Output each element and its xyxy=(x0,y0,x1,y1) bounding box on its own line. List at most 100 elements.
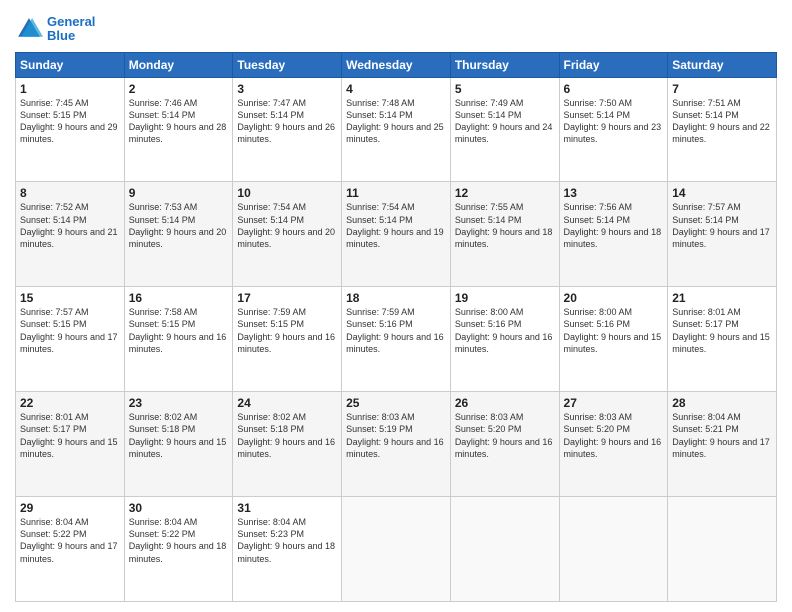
day-number: 13 xyxy=(564,186,664,200)
calendar-cell: 18 Sunrise: 7:59 AMSunset: 5:16 PMDaylig… xyxy=(342,287,451,392)
week-row-3: 15 Sunrise: 7:57 AMSunset: 5:15 PMDaylig… xyxy=(16,287,777,392)
calendar-cell: 4 Sunrise: 7:48 AMSunset: 5:14 PMDayligh… xyxy=(342,77,451,182)
calendar-table: SundayMondayTuesdayWednesdayThursdayFrid… xyxy=(15,52,777,602)
day-number: 7 xyxy=(672,82,772,96)
calendar-cell: 15 Sunrise: 7:57 AMSunset: 5:15 PMDaylig… xyxy=(16,287,125,392)
day-header-tuesday: Tuesday xyxy=(233,52,342,77)
day-number: 12 xyxy=(455,186,555,200)
cell-info: Sunrise: 8:00 AMSunset: 5:16 PMDaylight:… xyxy=(564,306,664,355)
calendar-cell: 9 Sunrise: 7:53 AMSunset: 5:14 PMDayligh… xyxy=(124,182,233,287)
calendar-cell: 21 Sunrise: 8:01 AMSunset: 5:17 PMDaylig… xyxy=(668,287,777,392)
day-number: 24 xyxy=(237,396,337,410)
cell-info: Sunrise: 7:58 AMSunset: 5:15 PMDaylight:… xyxy=(129,306,229,355)
day-header-friday: Friday xyxy=(559,52,668,77)
calendar-cell: 30 Sunrise: 8:04 AMSunset: 5:22 PMDaylig… xyxy=(124,497,233,602)
cell-info: Sunrise: 7:49 AMSunset: 5:14 PMDaylight:… xyxy=(455,97,555,146)
calendar-cell: 3 Sunrise: 7:47 AMSunset: 5:14 PMDayligh… xyxy=(233,77,342,182)
calendar-cell: 2 Sunrise: 7:46 AMSunset: 5:14 PMDayligh… xyxy=(124,77,233,182)
calendar-cell: 6 Sunrise: 7:50 AMSunset: 5:14 PMDayligh… xyxy=(559,77,668,182)
cell-info: Sunrise: 8:03 AMSunset: 5:20 PMDaylight:… xyxy=(455,411,555,460)
cell-info: Sunrise: 7:48 AMSunset: 5:14 PMDaylight:… xyxy=(346,97,446,146)
day-number: 15 xyxy=(20,291,120,305)
cell-info: Sunrise: 7:50 AMSunset: 5:14 PMDaylight:… xyxy=(564,97,664,146)
cell-info: Sunrise: 7:52 AMSunset: 5:14 PMDaylight:… xyxy=(20,201,120,250)
day-number: 25 xyxy=(346,396,446,410)
calendar-cell: 23 Sunrise: 8:02 AMSunset: 5:18 PMDaylig… xyxy=(124,392,233,497)
calendar-cell: 11 Sunrise: 7:54 AMSunset: 5:14 PMDaylig… xyxy=(342,182,451,287)
calendar-cell xyxy=(342,497,451,602)
calendar-cell: 25 Sunrise: 8:03 AMSunset: 5:19 PMDaylig… xyxy=(342,392,451,497)
calendar-cell: 17 Sunrise: 7:59 AMSunset: 5:15 PMDaylig… xyxy=(233,287,342,392)
cell-info: Sunrise: 8:04 AMSunset: 5:23 PMDaylight:… xyxy=(237,516,337,565)
calendar-cell: 26 Sunrise: 8:03 AMSunset: 5:20 PMDaylig… xyxy=(450,392,559,497)
calendar-cell: 14 Sunrise: 7:57 AMSunset: 5:14 PMDaylig… xyxy=(668,182,777,287)
calendar-cell: 28 Sunrise: 8:04 AMSunset: 5:21 PMDaylig… xyxy=(668,392,777,497)
cell-info: Sunrise: 8:01 AMSunset: 5:17 PMDaylight:… xyxy=(672,306,772,355)
day-number: 23 xyxy=(129,396,229,410)
day-number: 30 xyxy=(129,501,229,515)
calendar-cell: 27 Sunrise: 8:03 AMSunset: 5:20 PMDaylig… xyxy=(559,392,668,497)
cell-info: Sunrise: 7:45 AMSunset: 5:15 PMDaylight:… xyxy=(20,97,120,146)
day-number: 2 xyxy=(129,82,229,96)
day-header-thursday: Thursday xyxy=(450,52,559,77)
week-row-1: 1 Sunrise: 7:45 AMSunset: 5:15 PMDayligh… xyxy=(16,77,777,182)
week-row-2: 8 Sunrise: 7:52 AMSunset: 5:14 PMDayligh… xyxy=(16,182,777,287)
day-header-monday: Monday xyxy=(124,52,233,77)
cell-info: Sunrise: 8:03 AMSunset: 5:19 PMDaylight:… xyxy=(346,411,446,460)
calendar-cell: 19 Sunrise: 8:00 AMSunset: 5:16 PMDaylig… xyxy=(450,287,559,392)
cell-info: Sunrise: 7:57 AMSunset: 5:15 PMDaylight:… xyxy=(20,306,120,355)
day-number: 27 xyxy=(564,396,664,410)
cell-info: Sunrise: 7:46 AMSunset: 5:14 PMDaylight:… xyxy=(129,97,229,146)
day-number: 4 xyxy=(346,82,446,96)
calendar-cell: 1 Sunrise: 7:45 AMSunset: 5:15 PMDayligh… xyxy=(16,77,125,182)
day-number: 3 xyxy=(237,82,337,96)
calendar-cell: 12 Sunrise: 7:55 AMSunset: 5:14 PMDaylig… xyxy=(450,182,559,287)
calendar-cell: 20 Sunrise: 8:00 AMSunset: 5:16 PMDaylig… xyxy=(559,287,668,392)
day-number: 17 xyxy=(237,291,337,305)
cell-info: Sunrise: 7:59 AMSunset: 5:15 PMDaylight:… xyxy=(237,306,337,355)
cell-info: Sunrise: 8:01 AMSunset: 5:17 PMDaylight:… xyxy=(20,411,120,460)
day-number: 20 xyxy=(564,291,664,305)
day-number: 29 xyxy=(20,501,120,515)
day-number: 19 xyxy=(455,291,555,305)
cell-info: Sunrise: 7:53 AMSunset: 5:14 PMDaylight:… xyxy=(129,201,229,250)
cell-info: Sunrise: 8:02 AMSunset: 5:18 PMDaylight:… xyxy=(237,411,337,460)
day-number: 31 xyxy=(237,501,337,515)
day-number: 10 xyxy=(237,186,337,200)
page: General Blue SundayMondayTuesdayWednesda… xyxy=(0,0,792,612)
day-number: 1 xyxy=(20,82,120,96)
calendar-cell: 13 Sunrise: 7:56 AMSunset: 5:14 PMDaylig… xyxy=(559,182,668,287)
cell-info: Sunrise: 7:54 AMSunset: 5:14 PMDaylight:… xyxy=(346,201,446,250)
day-header-sunday: Sunday xyxy=(16,52,125,77)
cell-info: Sunrise: 8:04 AMSunset: 5:22 PMDaylight:… xyxy=(129,516,229,565)
calendar-cell: 29 Sunrise: 8:04 AMSunset: 5:22 PMDaylig… xyxy=(16,497,125,602)
day-number: 11 xyxy=(346,186,446,200)
week-row-5: 29 Sunrise: 8:04 AMSunset: 5:22 PMDaylig… xyxy=(16,497,777,602)
day-header-wednesday: Wednesday xyxy=(342,52,451,77)
day-header-saturday: Saturday xyxy=(668,52,777,77)
calendar-cell: 10 Sunrise: 7:54 AMSunset: 5:14 PMDaylig… xyxy=(233,182,342,287)
day-number: 8 xyxy=(20,186,120,200)
cell-info: Sunrise: 7:51 AMSunset: 5:14 PMDaylight:… xyxy=(672,97,772,146)
day-number: 21 xyxy=(672,291,772,305)
cell-info: Sunrise: 8:04 AMSunset: 5:22 PMDaylight:… xyxy=(20,516,120,565)
cell-info: Sunrise: 7:54 AMSunset: 5:14 PMDaylight:… xyxy=(237,201,337,250)
cell-info: Sunrise: 8:00 AMSunset: 5:16 PMDaylight:… xyxy=(455,306,555,355)
cell-info: Sunrise: 7:57 AMSunset: 5:14 PMDaylight:… xyxy=(672,201,772,250)
logo: General Blue xyxy=(15,15,95,44)
day-number: 22 xyxy=(20,396,120,410)
calendar-cell: 16 Sunrise: 7:58 AMSunset: 5:15 PMDaylig… xyxy=(124,287,233,392)
day-number: 16 xyxy=(129,291,229,305)
logo-icon xyxy=(15,15,43,43)
day-number: 26 xyxy=(455,396,555,410)
cell-info: Sunrise: 8:04 AMSunset: 5:21 PMDaylight:… xyxy=(672,411,772,460)
cell-info: Sunrise: 7:47 AMSunset: 5:14 PMDaylight:… xyxy=(237,97,337,146)
calendar-cell: 24 Sunrise: 8:02 AMSunset: 5:18 PMDaylig… xyxy=(233,392,342,497)
day-number: 28 xyxy=(672,396,772,410)
day-number: 14 xyxy=(672,186,772,200)
header: General Blue xyxy=(15,15,777,44)
week-row-4: 22 Sunrise: 8:01 AMSunset: 5:17 PMDaylig… xyxy=(16,392,777,497)
day-number: 6 xyxy=(564,82,664,96)
calendar-cell: 8 Sunrise: 7:52 AMSunset: 5:14 PMDayligh… xyxy=(16,182,125,287)
day-number: 18 xyxy=(346,291,446,305)
